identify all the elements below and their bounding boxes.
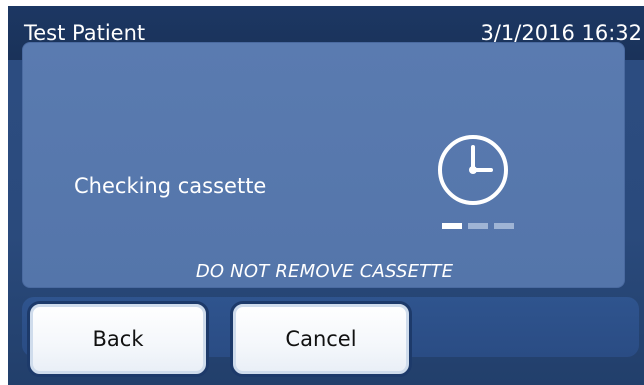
- back-button[interactable]: Back: [27, 301, 209, 377]
- progress-step: [494, 223, 514, 229]
- status-message: Checking cassette: [74, 174, 267, 198]
- warning-message: DO NOT REMOVE CASSETTE: [195, 261, 454, 282]
- clock-icon: [438, 135, 508, 205]
- message-panel: Checking cassette DO NOT REMOVE CASSETTE: [22, 42, 625, 288]
- progress-step: [468, 223, 488, 229]
- screen: Test Patient 3/1/2016 16:32 Checking cas…: [0, 0, 644, 385]
- progress-indicator: [442, 223, 514, 229]
- cancel-button[interactable]: Cancel: [230, 301, 412, 377]
- progress-step: [442, 223, 462, 229]
